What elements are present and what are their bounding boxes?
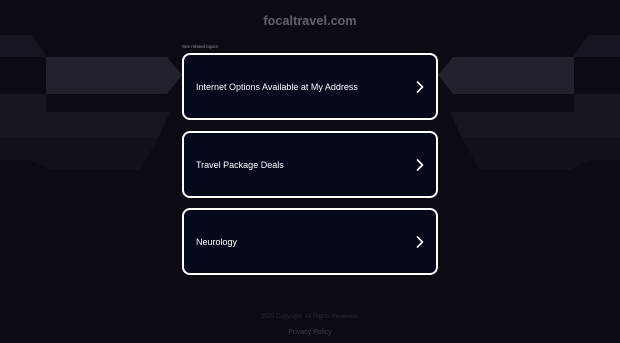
footer-copyright: 2025 Copyright. All Rights Reserved. xyxy=(260,314,360,320)
link-label: Neurology xyxy=(196,236,238,247)
link-travel-package-deals[interactable]: Travel Package Deals xyxy=(182,131,438,198)
chevron-right-icon xyxy=(416,80,424,93)
right-wing-lower xyxy=(450,94,620,138)
site-title: focaltravel.com xyxy=(263,14,357,28)
left-wing-lower xyxy=(0,94,170,138)
privacy-policy-link[interactable]: Privacy Policy xyxy=(0,329,620,336)
link-internet-options[interactable]: Internet Options Available at My Address xyxy=(182,53,438,120)
right-wing-top xyxy=(573,35,620,57)
left-wing-main xyxy=(46,57,182,94)
chevron-right-icon xyxy=(416,235,424,248)
related-topics-label: See related topics xyxy=(182,44,219,49)
right-wing-bottom xyxy=(462,138,620,170)
right-wing-main xyxy=(438,57,574,94)
link-neurology[interactable]: Neurology xyxy=(182,208,438,275)
link-label: Internet Options Available at My Address xyxy=(196,81,358,92)
left-wing-top xyxy=(0,35,47,57)
link-label: Travel Package Deals xyxy=(196,159,284,170)
chevron-right-icon xyxy=(416,158,424,171)
left-wing-bottom xyxy=(0,138,158,170)
